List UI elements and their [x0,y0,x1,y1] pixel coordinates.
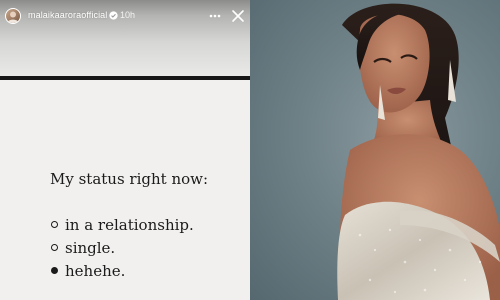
instagram-story-collage: malaikaaroraofficial 10h My status right… [0,0,500,300]
story-header: malaikaaroraofficial 10h [0,0,250,34]
status-title: My status right now: [50,170,209,188]
story-username[interactable]: malaikaaroraofficial [28,10,107,20]
story-panel: malaikaaroraofficial 10h My status right… [0,0,250,300]
profile-avatar[interactable] [5,8,21,24]
story-timestamp: 10h [120,10,136,20]
radio-empty-icon [51,221,58,228]
radio-filled-icon [51,267,58,274]
status-option-label: single. [65,239,116,257]
status-option-label: in a relationship. [65,216,194,234]
status-option-label: hehehe. [65,262,126,280]
portrait-illustration [337,3,500,300]
more-options-icon[interactable] [208,10,222,22]
close-icon[interactable] [230,8,246,24]
radio-empty-icon [51,244,58,251]
portrait-photo [250,0,500,300]
verified-badge-icon [109,11,118,20]
